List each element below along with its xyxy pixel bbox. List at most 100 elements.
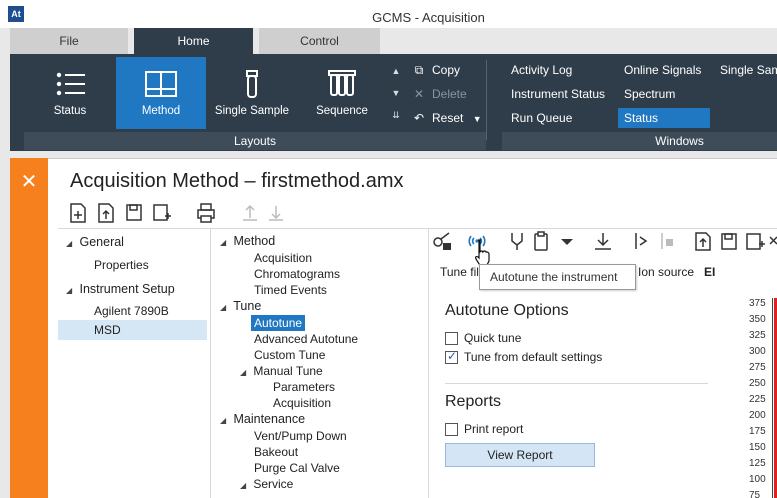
maintenance-bakeout[interactable]: Bakeout [254,444,298,460]
window-title: GCMS - Acquisition [372,10,485,25]
copy-button[interactable]: ⧉ Copy [410,60,460,80]
toolbar-divider [58,228,777,229]
chevron-down-icon[interactable]: ▼ [390,82,402,104]
download-disabled-icon [269,206,283,221]
copy-label: Copy [432,63,461,77]
y-tick-label: 275 [749,362,766,373]
caret-down-icon[interactable]: ◢ [220,235,230,251]
delete-icon: ✕ [413,87,425,101]
tree-node-msd[interactable]: MSD [94,320,121,340]
upload-icon[interactable] [692,230,714,252]
maintenance-service[interactable]: ◢ Service [240,476,293,492]
tune-advanced-autotune[interactable]: Advanced Autotune [254,331,358,347]
print-report-checkbox[interactable]: Print report [445,422,523,440]
tune-fork-icon[interactable] [506,230,528,252]
layout-single-sample-button[interactable]: Single Sample [210,57,294,129]
caret-down-icon[interactable]: ◢ [66,281,76,301]
method-chromatograms[interactable]: Chromatograms [254,266,340,282]
lock-key-icon[interactable] [431,230,453,252]
tune-from-default-box[interactable] [445,349,458,365]
save-tune-as-icon[interactable] [744,230,766,252]
reset-button[interactable]: ↶ Reset ▼ [410,108,482,128]
manual-tune-parameters[interactable]: Parameters [273,379,335,395]
save-as-icon[interactable] [152,202,172,224]
copy-icon: ⧉ [414,63,424,77]
print-icon[interactable] [196,202,216,224]
quick-tune-checkbox[interactable]: Quick tune [445,331,521,349]
caret-down-icon[interactable]: ◢ [240,365,250,381]
window-status[interactable]: Status [618,108,710,128]
method-node[interactable]: ◢ Method [220,233,275,249]
tree-node-general[interactable]: ◢ General [66,232,124,252]
tune-from-default-checkbox[interactable]: Tune from default settings [445,349,603,368]
tune-autotune[interactable]: Autotune [251,315,306,331]
caret-down-icon[interactable]: ◢ [66,234,76,254]
print-report-label: Print report [464,422,524,436]
tree-node-instrument-setup-label: Instrument Setup [79,282,175,296]
reports-title: Reports [445,393,502,410]
method-acquisition[interactable]: Acquisition [254,250,312,266]
maintenance-service-label: Service [253,477,294,491]
method-timed-events[interactable]: Timed Events [254,282,327,298]
tune-node[interactable]: ◢ Tune [220,298,261,314]
chevron-up-icon[interactable]: ▲ [390,60,402,82]
tree-divider-right [428,229,429,498]
window-run-queue[interactable]: Run Queue [505,108,572,128]
window-single-sample[interactable]: Single Sam [714,60,777,80]
vials-icon [328,70,356,96]
expand-icon[interactable]: ⇊ [390,104,402,126]
window-instrument-status[interactable]: Instrument Status [505,84,605,104]
layout-single-sample-label: Single Sample [214,105,290,117]
view-report-button[interactable]: View Report [445,443,595,467]
quick-tune-box[interactable] [445,332,458,346]
download-icon[interactable] [592,230,614,252]
step-icon[interactable] [630,230,652,252]
autotune-options-title: Autotune Options [445,302,569,319]
new-method-icon[interactable] [68,202,88,224]
ribbon-scroll-arrows[interactable]: ▲ ▼ ⇊ [390,60,402,126]
tab-file[interactable]: File [10,28,128,54]
delete-label: Delete [432,87,467,101]
reset-icon: ↶ [413,111,425,125]
layout-method-button[interactable]: Method [116,57,206,129]
tune-from-default-label: Tune from default settings [464,350,603,364]
ribbon-separator [486,60,487,140]
tree-node-properties[interactable]: Properties [94,255,149,275]
caret-down-icon[interactable]: ◢ [220,300,230,316]
y-tick-label: 125 [749,458,766,469]
open-method-icon[interactable] [96,202,116,224]
clipboard-icon[interactable] [530,230,552,252]
dropdown-arrow-icon[interactable] [556,230,578,252]
save-icon[interactable] [124,202,144,224]
caret-down-icon[interactable]: ◢ [240,478,250,494]
tree-node-instrument-setup[interactable]: ◢ Instrument Setup [66,279,175,299]
upload-disabled-icon [243,204,257,221]
tab-home[interactable]: Home [134,28,253,54]
tune-manual-tune-label: Manual Tune [253,364,323,378]
tune-manual-tune[interactable]: ◢ Manual Tune [240,363,323,379]
options-divider [445,383,708,384]
window-spectrum[interactable]: Spectrum [618,84,675,104]
tab-control[interactable]: Control [259,28,380,54]
save-tune-icon[interactable] [718,230,740,252]
close-panel-icon[interactable] [768,230,777,252]
maintenance-vent-pump-down[interactable]: Vent/Pump Down [254,428,347,444]
tree-node-agilent-7890b[interactable]: Agilent 7890B [94,301,169,321]
manual-tune-acquisition[interactable]: Acquisition [273,395,331,411]
layout-sequence-button[interactable]: Sequence [300,57,384,129]
maintenance-purge-cal-valve[interactable]: Purge Cal Valve [254,460,340,476]
ion-source-label: Ion source [638,265,695,279]
maintenance-node[interactable]: ◢ Maintenance [220,411,305,427]
close-icon[interactable]: ✕ [19,172,39,192]
print-report-box[interactable] [445,423,458,437]
tune-custom-tune[interactable]: Custom Tune [254,347,325,363]
window-activity-log[interactable]: Activity Log [505,60,572,80]
caret-down-icon[interactable]: ◢ [220,413,230,429]
reset-dropdown-icon[interactable]: ▼ [473,114,482,124]
layout-status-button[interactable]: Status [30,57,110,129]
reset-label: Reset [432,111,464,125]
window-online-signals[interactable]: Online Signals [618,60,701,80]
delete-button[interactable]: ✕ Delete [410,84,467,104]
vial-icon [246,70,258,98]
y-tick-label: 225 [749,394,766,405]
